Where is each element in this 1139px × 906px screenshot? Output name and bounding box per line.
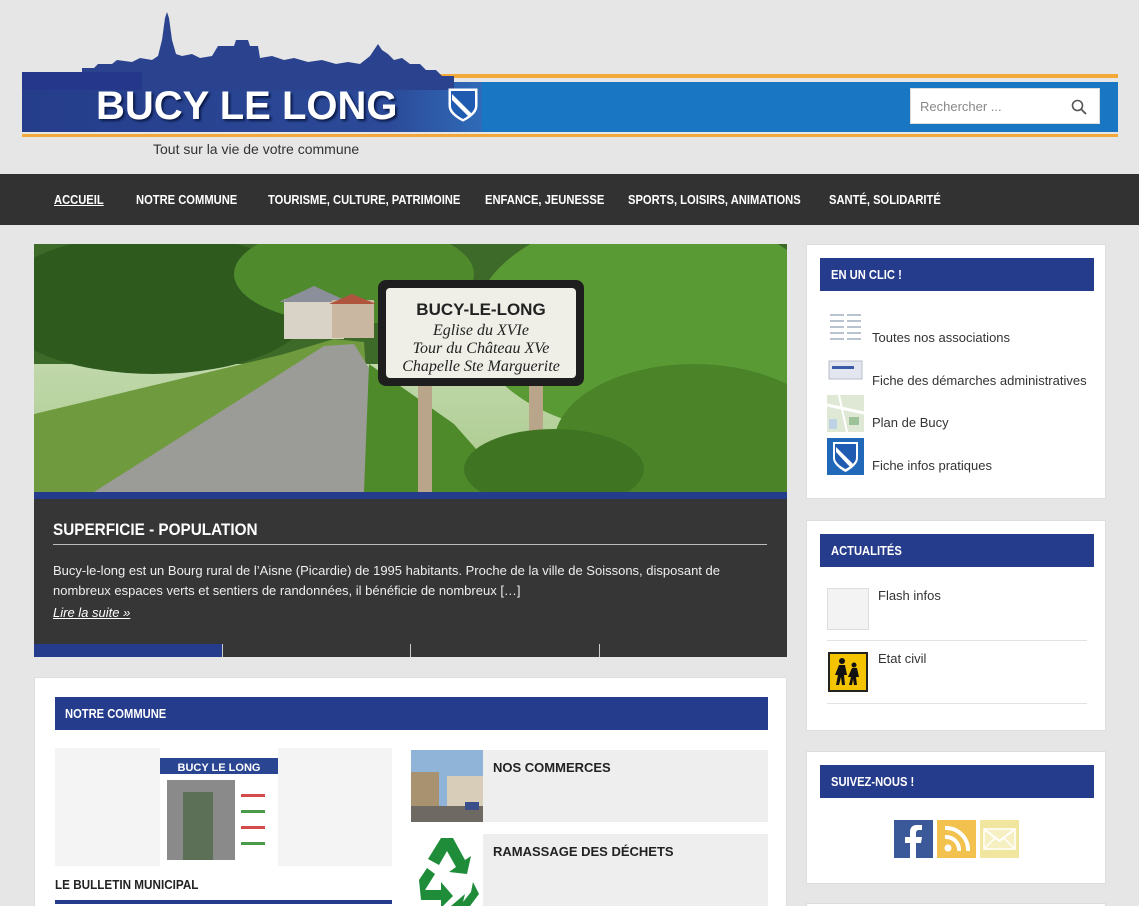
slide-excerpt: Bucy-le-long est un Bourg rural de l’Ais… bbox=[53, 563, 720, 598]
actu-item-label: Etat civil bbox=[878, 651, 927, 666]
nav-item-sante[interactable]: SANTÉ, SOLIDARITÉ bbox=[829, 174, 941, 225]
slider-pagination bbox=[34, 644, 787, 657]
sign-line-4: Chapelle Ste Marguerite bbox=[402, 358, 560, 375]
post-ramassage-dechets[interactable]: RAMASSAGE DES DÉCHETS bbox=[411, 834, 768, 906]
site-logo[interactable]: BUCY LE LONG Tout sur la vie de votre co… bbox=[22, 10, 1118, 160]
widget-heading: EN UN CLIC ! bbox=[820, 258, 1094, 291]
nav-item-tourisme[interactable]: TOURISME, CULTURE, PATRIMOINE bbox=[268, 174, 460, 225]
slider-tab-2[interactable] bbox=[221, 644, 410, 657]
en-un-clic-widget: EN UN CLIC ! Toutes nos associations Fic… bbox=[806, 244, 1106, 499]
widget-heading: ACTUALITÉS bbox=[820, 534, 1094, 567]
card-icon bbox=[827, 353, 864, 390]
email-icon[interactable] bbox=[980, 820, 1019, 858]
slide-title[interactable]: SUPERFICIE - POPULATION bbox=[53, 520, 258, 540]
coat-of-arms-icon bbox=[448, 88, 478, 122]
search-input[interactable] bbox=[911, 89, 1061, 123]
actualites-widget: ACTUALITÉS Flash infos Etat civil bbox=[806, 520, 1106, 731]
rss-icon[interactable] bbox=[937, 820, 976, 858]
nav-item-notre-commune[interactable]: NOTRE COMMUNE bbox=[136, 174, 237, 225]
document-icon bbox=[827, 310, 864, 347]
sign-line-3: Tour du Château XVe bbox=[413, 340, 550, 357]
bulletin-cover-title: BUCY LE LONG bbox=[178, 762, 261, 774]
coat-of-arms-icon bbox=[827, 438, 864, 475]
clic-item-label: Plan de Bucy bbox=[872, 415, 949, 430]
clic-item-label: Fiche des démarches administratives bbox=[872, 373, 1087, 388]
facebook-icon[interactable] bbox=[894, 820, 933, 858]
site-title: BUCY LE LONG bbox=[96, 84, 398, 128]
post-nos-commerces[interactable]: NOS COMMERCES bbox=[411, 750, 768, 822]
children-crossing-icon bbox=[827, 651, 869, 693]
bulletin-thumbnail[interactable]: BUCY LE LONG bbox=[55, 748, 392, 866]
featured-slider: BUCY-LE-LONG Eglise du XVIe Tour du Chât… bbox=[34, 244, 787, 657]
divider bbox=[827, 703, 1087, 704]
actu-item-flash-infos[interactable]: Flash infos bbox=[827, 584, 1087, 647]
slide-caption: SUPERFICIE - POPULATION Bucy-le-long est… bbox=[34, 499, 787, 644]
slider-tab-1[interactable] bbox=[34, 644, 222, 657]
featured-post-title[interactable]: LE BULLETIN MUNICIPAL bbox=[55, 877, 198, 892]
logo-stripe-bottom bbox=[22, 134, 1118, 137]
read-more-link[interactable]: Lire la suite » bbox=[53, 605, 130, 620]
search-box bbox=[910, 88, 1100, 124]
actu-item-label: Flash infos bbox=[878, 588, 941, 603]
post-title: RAMASSAGE DES DÉCHETS bbox=[493, 844, 674, 859]
recycle-icon bbox=[411, 834, 483, 906]
slider-tab-4[interactable] bbox=[598, 644, 787, 657]
slide-photo[interactable]: BUCY-LE-LONG Eglise du XVIe Tour du Chât… bbox=[34, 244, 787, 492]
site-tagline: Tout sur la vie de votre commune bbox=[153, 141, 360, 157]
featured-post-bar bbox=[55, 900, 392, 904]
notre-commune-widget: NOTRE COMMUNE BUCY LE LONG LE BULLETIN M… bbox=[34, 677, 787, 906]
nav-item-enfance[interactable]: ENFANCE, JEUNESSE bbox=[485, 174, 604, 225]
nav-item-sports[interactable]: SPORTS, LOISIRS, ANIMATIONS bbox=[628, 174, 801, 225]
slider-tab-3[interactable] bbox=[410, 644, 599, 657]
slider-accent-bar bbox=[34, 492, 787, 499]
clic-item-label: Toutes nos associations bbox=[872, 330, 1011, 345]
slide-divider bbox=[53, 544, 767, 545]
widget-heading: SUIVEZ-NOUS ! bbox=[820, 765, 1094, 798]
search-icon[interactable] bbox=[1071, 99, 1087, 115]
site-header: BUCY LE LONG Tout sur la vie de votre co… bbox=[0, 0, 1139, 174]
divider bbox=[827, 640, 1087, 641]
main-nav: ACCUEIL NOTRE COMMUNE TOURISME, CULTURE,… bbox=[0, 174, 1139, 225]
suivez-nous-widget: SUIVEZ-NOUS ! bbox=[806, 751, 1106, 884]
post-thumbnail bbox=[411, 750, 483, 822]
actu-item-etat-civil[interactable]: Etat civil bbox=[827, 647, 1087, 710]
nav-item-accueil[interactable]: ACCUEIL bbox=[54, 174, 104, 225]
clic-item-label: Fiche infos pratiques bbox=[872, 458, 992, 473]
map-icon bbox=[827, 395, 864, 432]
placeholder-image-icon bbox=[827, 588, 869, 630]
town-skyline-icon bbox=[22, 12, 454, 90]
sign-line-1: BUCY-LE-LONG bbox=[416, 300, 545, 319]
sign-line-2: Eglise du XVIe bbox=[432, 322, 529, 339]
widget-heading: NOTRE COMMUNE bbox=[55, 697, 768, 730]
post-title: NOS COMMERCES bbox=[493, 760, 611, 775]
